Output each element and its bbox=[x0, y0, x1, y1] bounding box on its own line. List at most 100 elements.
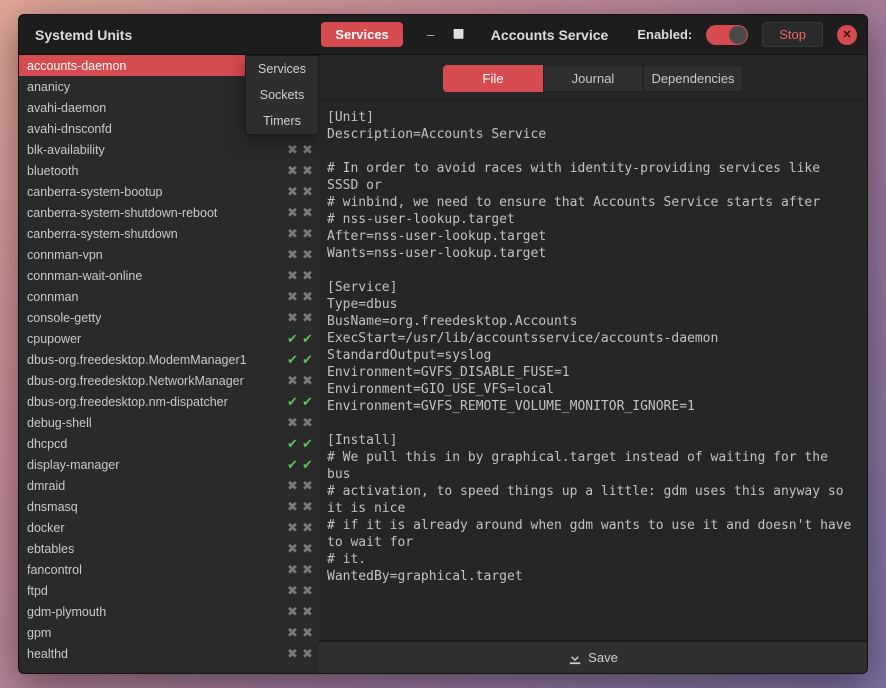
unit-row[interactable]: dbus-org.freedesktop.ModemManager1✔✔ bbox=[19, 349, 319, 370]
unit-status-marks: ✖✖ bbox=[287, 164, 313, 177]
check-icon: ✔ bbox=[287, 437, 298, 450]
cross-icon: ✖ bbox=[287, 227, 298, 240]
stop-button[interactable]: Stop bbox=[762, 22, 823, 47]
unit-name: blk-availability bbox=[27, 143, 287, 157]
unit-row[interactable]: canberra-system-bootup✖✖ bbox=[19, 181, 319, 202]
maximize-button[interactable]: ⬜ bbox=[453, 29, 465, 40]
close-icon: ✕ bbox=[842, 28, 851, 41]
close-button[interactable]: ✕ bbox=[837, 25, 857, 45]
unit-name: connman bbox=[27, 290, 287, 304]
unit-status-marks: ✖✖ bbox=[287, 248, 313, 261]
download-icon bbox=[568, 651, 582, 665]
unit-row[interactable]: dbus-org.freedesktop.nm-dispatcher✔✔ bbox=[19, 391, 319, 412]
unit-name: docker bbox=[27, 521, 287, 535]
unit-name: console-getty bbox=[27, 311, 287, 325]
cross-icon: ✖ bbox=[302, 290, 313, 303]
unit-row[interactable]: ftpd✖✖ bbox=[19, 580, 319, 601]
dropdown-item-services[interactable]: Services bbox=[246, 56, 318, 82]
unit-file-text[interactable]: [Unit] Description=Accounts Service # In… bbox=[319, 101, 867, 641]
dropdown-item-sockets[interactable]: Sockets bbox=[246, 82, 318, 108]
unit-row[interactable]: docker✖✖ bbox=[19, 517, 319, 538]
unit-row[interactable]: cpupower✔✔ bbox=[19, 328, 319, 349]
unit-status-marks: ✔✔ bbox=[287, 332, 313, 345]
cross-icon: ✖ bbox=[302, 647, 313, 660]
unit-status-marks: ✖✖ bbox=[287, 290, 313, 303]
unit-status-marks: ✖✖ bbox=[287, 311, 313, 324]
cross-icon: ✖ bbox=[302, 227, 313, 240]
tab-file[interactable]: File bbox=[443, 65, 543, 92]
check-icon: ✔ bbox=[302, 353, 313, 366]
cross-icon: ✖ bbox=[287, 143, 298, 156]
cross-icon: ✖ bbox=[287, 248, 298, 261]
unit-status-marks: ✖✖ bbox=[287, 416, 313, 429]
unit-name: canberra-system-bootup bbox=[27, 185, 287, 199]
unit-status-marks: ✔✔ bbox=[287, 458, 313, 471]
cross-icon: ✖ bbox=[287, 206, 298, 219]
unit-status-marks: ✖✖ bbox=[287, 185, 313, 198]
unit-row[interactable]: gpm✖✖ bbox=[19, 622, 319, 643]
unit-status-marks: ✖✖ bbox=[287, 521, 313, 534]
check-icon: ✔ bbox=[287, 332, 298, 345]
cross-icon: ✖ bbox=[287, 311, 298, 324]
minimize-button[interactable]: – bbox=[425, 27, 437, 42]
tab-dependencies[interactable]: Dependencies bbox=[643, 65, 743, 92]
unit-list: accounts-daemon✔✔ananicy✖✖avahi-daemon✖✖… bbox=[19, 55, 319, 664]
unit-row[interactable]: canberra-system-shutdown✖✖ bbox=[19, 223, 319, 244]
unit-row[interactable]: console-getty✖✖ bbox=[19, 307, 319, 328]
cross-icon: ✖ bbox=[302, 605, 313, 618]
unit-status-marks: ✖✖ bbox=[287, 374, 313, 387]
unit-row[interactable]: fancontrol✖✖ bbox=[19, 559, 319, 580]
unit-name: dbus-org.freedesktop.NetworkManager bbox=[27, 374, 287, 388]
cross-icon: ✖ bbox=[287, 479, 298, 492]
unit-name: fancontrol bbox=[27, 563, 287, 577]
unit-row[interactable]: canberra-system-shutdown-reboot✖✖ bbox=[19, 202, 319, 223]
cross-icon: ✖ bbox=[302, 416, 313, 429]
cross-icon: ✖ bbox=[302, 143, 313, 156]
unit-status-marks: ✖✖ bbox=[287, 143, 313, 156]
check-icon: ✔ bbox=[302, 458, 313, 471]
check-icon: ✔ bbox=[287, 458, 298, 471]
unit-row[interactable]: dhcpcd✔✔ bbox=[19, 433, 319, 454]
cross-icon: ✖ bbox=[302, 269, 313, 282]
dropdown-item-timers[interactable]: Timers bbox=[246, 108, 318, 134]
unit-name: connman-vpn bbox=[27, 248, 287, 262]
cross-icon: ✖ bbox=[302, 374, 313, 387]
unit-row[interactable]: gdm-plymouth✖✖ bbox=[19, 601, 319, 622]
unit-row[interactable]: dnsmasq✖✖ bbox=[19, 496, 319, 517]
enabled-toggle[interactable] bbox=[706, 25, 748, 45]
unit-status-marks: ✖✖ bbox=[287, 542, 313, 555]
cross-icon: ✖ bbox=[287, 416, 298, 429]
cross-icon: ✖ bbox=[287, 584, 298, 597]
save-button[interactable]: Save bbox=[319, 641, 867, 673]
unit-status-marks: ✖✖ bbox=[287, 605, 313, 618]
services-button[interactable]: Services bbox=[321, 22, 403, 47]
tab-journal[interactable]: Journal bbox=[543, 65, 643, 92]
unit-row[interactable]: display-manager✔✔ bbox=[19, 454, 319, 475]
cross-icon: ✖ bbox=[302, 563, 313, 576]
cross-icon: ✖ bbox=[287, 521, 298, 534]
unit-row[interactable]: connman✖✖ bbox=[19, 286, 319, 307]
unit-row[interactable]: dbus-org.freedesktop.NetworkManager✖✖ bbox=[19, 370, 319, 391]
unit-name: debug-shell bbox=[27, 416, 287, 430]
unit-row[interactable]: blk-availability✖✖ bbox=[19, 139, 319, 160]
unit-row[interactable]: connman-wait-online✖✖ bbox=[19, 265, 319, 286]
unit-name: canberra-system-shutdown-reboot bbox=[27, 206, 287, 220]
tabs: File Journal Dependencies bbox=[319, 55, 867, 101]
unit-row[interactable]: ebtables✖✖ bbox=[19, 538, 319, 559]
cross-icon: ✖ bbox=[287, 269, 298, 282]
cross-icon: ✖ bbox=[302, 542, 313, 555]
unit-list-panel[interactable]: accounts-daemon✔✔ananicy✖✖avahi-daemon✖✖… bbox=[19, 55, 319, 673]
cross-icon: ✖ bbox=[287, 626, 298, 639]
cross-icon: ✖ bbox=[302, 248, 313, 261]
check-icon: ✔ bbox=[287, 395, 298, 408]
unit-row[interactable]: connman-vpn✖✖ bbox=[19, 244, 319, 265]
unit-row[interactable]: healthd✖✖ bbox=[19, 643, 319, 664]
cross-icon: ✖ bbox=[287, 647, 298, 660]
unit-row[interactable]: dmraid✖✖ bbox=[19, 475, 319, 496]
unit-status-marks: ✔✔ bbox=[287, 395, 313, 408]
services-button-label: Services bbox=[335, 27, 389, 42]
unit-status-marks: ✖✖ bbox=[287, 227, 313, 240]
unit-row[interactable]: debug-shell✖✖ bbox=[19, 412, 319, 433]
unit-row[interactable]: bluetooth✖✖ bbox=[19, 160, 319, 181]
unit-status-marks: ✖✖ bbox=[287, 584, 313, 597]
